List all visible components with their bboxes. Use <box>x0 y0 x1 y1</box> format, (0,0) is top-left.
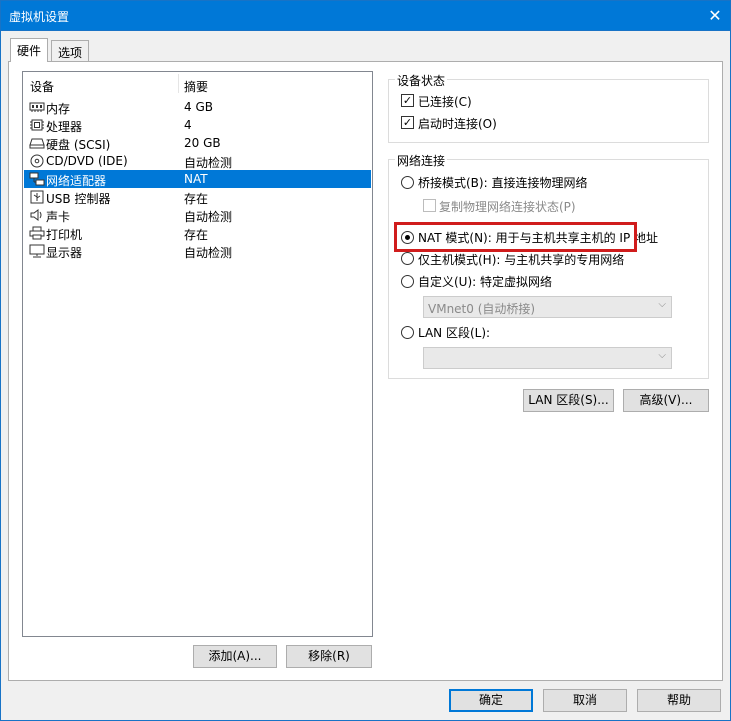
custom-radio[interactable] <box>401 275 414 288</box>
replicate-state-label[interactable]: 复制物理网络连接状态(P) <box>439 198 576 215</box>
device-row-display[interactable]: 显示器 自动检测 <box>24 242 371 260</box>
connected-checkbox[interactable]: ✓ <box>401 94 414 107</box>
device-name: 处理器 <box>46 120 83 134</box>
device-summary: 4 <box>184 118 192 132</box>
device-row-cd-dvd[interactable]: CD/DVD (IDE) 自动检测 <box>24 152 371 170</box>
lan-segment-radio[interactable] <box>401 326 414 339</box>
device-summary: NAT <box>184 172 208 186</box>
replicate-state-checkbox[interactable] <box>423 199 436 212</box>
column-header-device[interactable]: 设备 <box>30 78 54 95</box>
device-summary: 4 GB <box>184 100 213 114</box>
device-name: 显示器 <box>46 246 83 260</box>
network-adapter-icon <box>29 172 45 186</box>
device-summary: 自动检测 <box>184 210 233 224</box>
memory-icon <box>29 102 45 112</box>
device-name: 声卡 <box>46 210 71 224</box>
custom-network-select[interactable]: VMnet0 (自动桥接) ⌵ <box>423 296 672 318</box>
device-row-sound-card[interactable]: 声卡 自动检测 <box>24 206 371 224</box>
chevron-down-icon: ⌵ <box>658 350 666 361</box>
column-separator <box>178 74 179 93</box>
cd-dvd-icon <box>30 154 44 168</box>
host-only-label[interactable]: 仅主机模式(H): 与主机共享的专用网络 <box>418 251 624 268</box>
device-name: 内存 <box>46 102 71 116</box>
device-summary: 自动检测 <box>184 156 233 170</box>
device-name: 打印机 <box>46 228 83 242</box>
sound-icon <box>30 209 42 221</box>
connect-at-power-on-checkbox[interactable]: ✓ <box>401 116 414 129</box>
device-row-processor[interactable]: 处理器 4 <box>24 116 371 134</box>
device-row-memory[interactable]: 内存 4 GB <box>24 98 371 116</box>
highlight-box <box>394 222 637 252</box>
lan-segment-label[interactable]: LAN 区段(L): <box>418 324 490 341</box>
close-icon[interactable]: ✕ <box>700 1 730 31</box>
chevron-down-icon: ⌵ <box>658 299 666 310</box>
add-button[interactable]: 添加(A)... <box>193 645 277 668</box>
advanced-button[interactable]: 高级(V)... <box>623 389 709 412</box>
cancel-button[interactable]: 取消 <box>543 689 627 712</box>
device-summary: 存在 <box>184 192 209 206</box>
device-row-network-adapter[interactable]: 网络适配器 NAT <box>24 170 371 188</box>
column-header-summary[interactable]: 摘要 <box>184 78 208 95</box>
network-connection-group <box>388 159 709 379</box>
device-row-hard-disk[interactable]: 硬盘 (SCSI) 20 GB <box>24 134 371 152</box>
processor-icon <box>30 119 44 131</box>
tab-hardware-label: 硬件 <box>17 44 42 58</box>
device-name: 网络适配器 <box>46 174 107 188</box>
host-only-radio[interactable] <box>401 252 414 265</box>
ok-button[interactable]: 确定 <box>449 689 533 712</box>
device-list[interactable]: 设备 摘要 内存 4 GB 处理器 4 硬盘 (SCSI) 20 GB CD/D… <box>22 71 373 637</box>
bridged-radio[interactable] <box>401 176 414 189</box>
remove-button[interactable]: 移除(R) <box>286 645 372 668</box>
window-title: 虚拟机设置 <box>9 10 70 24</box>
device-summary: 存在 <box>184 228 209 242</box>
device-summary: 20 GB <box>184 136 221 150</box>
device-name: CD/DVD (IDE) <box>46 154 128 168</box>
network-connection-title: 网络连接 <box>395 152 448 169</box>
device-name: 硬盘 (SCSI) <box>46 138 111 152</box>
device-row-printer[interactable]: 打印机 存在 <box>24 224 371 242</box>
tab-options[interactable]: 选项 <box>51 40 90 62</box>
connect-at-power-on-label[interactable]: 启动时连接(O) <box>418 115 497 132</box>
help-button[interactable]: 帮助 <box>637 689 721 712</box>
custom-network-value: VMnet0 (自动桥接) <box>428 302 536 316</box>
device-name: USB 控制器 <box>46 192 111 206</box>
device-summary: 自动检测 <box>184 246 233 260</box>
custom-label[interactable]: 自定义(U): 特定虚拟网络 <box>418 273 552 290</box>
title-bar: 虚拟机设置 ✕ <box>0 0 731 31</box>
lan-segments-button[interactable]: LAN 区段(S)... <box>523 389 614 412</box>
hard-disk-icon <box>29 138 45 149</box>
device-row-usb-controller[interactable]: USB 控制器 存在 <box>24 188 371 206</box>
lan-segment-select[interactable]: ⌵ <box>423 347 672 369</box>
usb-icon <box>30 190 44 204</box>
printer-icon <box>29 226 45 240</box>
connected-label[interactable]: 已连接(C) <box>418 93 472 110</box>
bridged-label[interactable]: 桥接模式(B): 直接连接物理网络 <box>418 174 587 191</box>
tab-hardware[interactable]: 硬件 <box>10 38 49 62</box>
tab-options-label: 选项 <box>58 46 83 60</box>
device-status-title: 设备状态 <box>395 72 448 89</box>
display-icon <box>29 244 45 258</box>
